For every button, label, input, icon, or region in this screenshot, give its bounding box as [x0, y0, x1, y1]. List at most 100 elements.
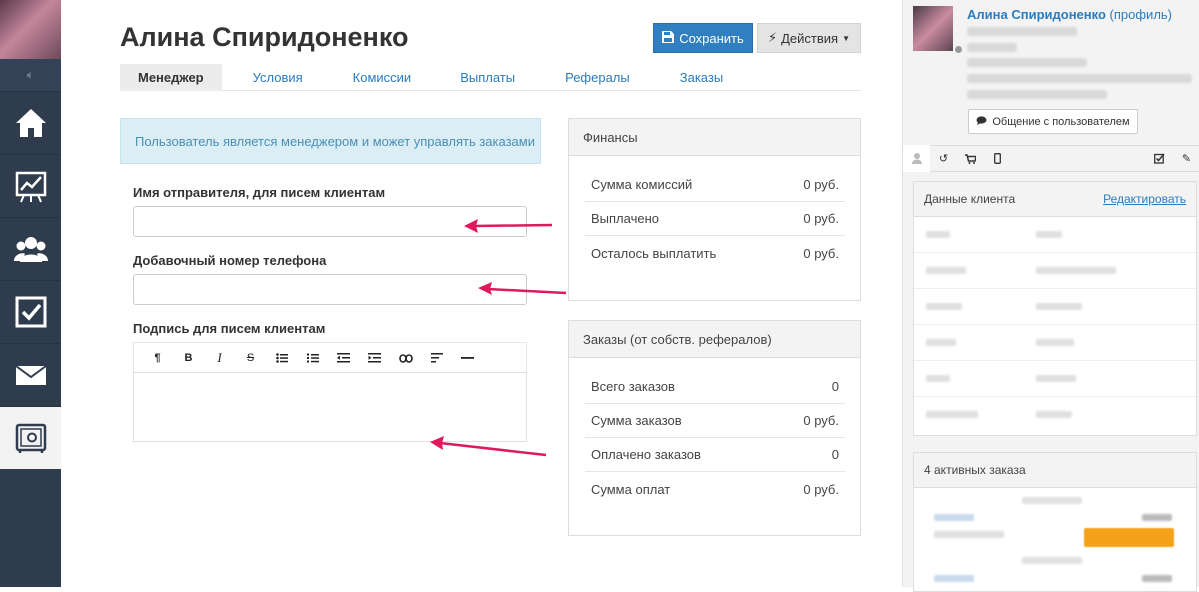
volume-icon[interactable]: 🔈︎	[0, 59, 61, 91]
bullet-list-icon[interactable]	[266, 346, 297, 370]
indent-icon[interactable]	[359, 346, 390, 370]
client-data-title: Данные клиента	[924, 192, 1016, 206]
cart-icon[interactable]	[957, 145, 984, 172]
tab-conditions[interactable]: Условия	[253, 64, 303, 91]
nav-users[interactable]	[0, 217, 61, 280]
client-name-link[interactable]: Алина Спиридоненко	[967, 7, 1106, 22]
checkbox-icon	[15, 296, 46, 328]
annotation-arrow-icon	[478, 282, 567, 295]
link-icon[interactable]	[390, 346, 421, 370]
chart-board-icon	[15, 171, 46, 203]
row-label: Сумма заказов	[591, 413, 682, 428]
paragraph-icon[interactable]: ¶	[142, 346, 173, 370]
client-field-row	[914, 397, 1196, 433]
row-label: Осталось выплатить	[591, 245, 717, 261]
user-icon[interactable]	[903, 145, 930, 172]
history-icon[interactable]: ↺	[930, 145, 957, 172]
left-nav: 🔈︎	[0, 0, 61, 587]
chat-button-label: Общение с пользователем	[992, 115, 1130, 128]
annotation-arrow-icon	[464, 219, 553, 233]
client-field-row	[914, 325, 1196, 361]
active-orders-title: 4 активных заказа	[914, 453, 1196, 488]
row-value: 0 руб.	[803, 211, 839, 226]
sidebar-tab-bar: ↺ ✎	[903, 145, 1199, 172]
signature-editor[interactable]	[133, 372, 527, 442]
tab-referrals[interactable]: Рефералы	[565, 64, 630, 91]
nav-safe[interactable]	[0, 406, 61, 469]
finance-panel: Финансы Сумма комиссий 0 руб. Выплачено …	[568, 118, 861, 301]
order-link[interactable]	[934, 575, 974, 582]
client-avatar	[913, 6, 953, 51]
redacted-info	[1142, 514, 1172, 521]
mail-icon	[14, 365, 47, 385]
align-left-icon[interactable]	[421, 346, 452, 370]
order-link[interactable]	[934, 514, 974, 521]
tab-commissions[interactable]: Комиссии	[353, 64, 412, 91]
nav-home[interactable]	[0, 91, 61, 154]
row-label: Оплачено заказов	[591, 447, 701, 462]
orders-title: Заказы (от собств. рефералов)	[569, 321, 860, 358]
caret-down-icon: ▼	[842, 33, 851, 43]
horizontal-rule-icon[interactable]	[452, 346, 483, 370]
client-field-row	[914, 289, 1196, 325]
tab-orders[interactable]: Заказы	[680, 64, 723, 91]
row-value: 0	[831, 379, 839, 394]
ext-phone-input[interactable]	[133, 274, 527, 305]
row-label: Сумма комиссий	[591, 177, 693, 192]
row-value: 0 руб.	[803, 481, 839, 497]
row-value: 0	[831, 447, 839, 462]
row-value: 0 руб.	[803, 177, 839, 192]
tab-bar: Менеджер Условия Комиссии Выплаты Рефера…	[120, 64, 861, 91]
chat-with-user-button[interactable]: Общение с пользователем	[968, 109, 1138, 134]
home-icon	[15, 109, 46, 137]
profile-link[interactable]: (профиль)	[1110, 7, 1172, 22]
row-value: 0 руб.	[803, 245, 839, 261]
redacted-info	[1022, 557, 1082, 564]
chat-icon	[976, 115, 987, 128]
redacted-info	[967, 90, 1107, 99]
redacted-info	[1022, 497, 1082, 504]
client-name: Алина Спиридоненко (профиль)	[967, 7, 1172, 22]
save-label: Сохранить	[679, 30, 744, 46]
orders-panel: Заказы (от собств. рефералов) Всего зака…	[568, 320, 861, 536]
nav-tasks[interactable]	[0, 280, 61, 343]
client-field-row	[914, 217, 1196, 253]
finance-title: Финансы	[569, 119, 860, 156]
client-data-panel: Данные клиента Редактировать	[913, 181, 1197, 436]
signature-label: Подпись для писем клиентам	[133, 321, 326, 336]
actions-dropdown[interactable]: ⚡︎ Действия ▼	[757, 23, 861, 53]
redacted-info	[1142, 575, 1172, 582]
orders-row: Оплачено заказов 0	[585, 438, 845, 472]
finance-row: Выплачено 0 руб.	[585, 202, 845, 236]
users-icon	[13, 237, 48, 262]
redacted-info	[967, 74, 1192, 83]
italic-icon[interactable]: I	[204, 346, 235, 370]
row-label: Выплачено	[591, 211, 659, 226]
bold-icon[interactable]: B	[173, 346, 204, 370]
safe-icon	[15, 423, 46, 453]
redacted-info	[967, 43, 1017, 52]
strikethrough-icon[interactable]: S	[235, 346, 266, 370]
nav-mail[interactable]	[0, 343, 61, 406]
row-label: Всего заказов	[591, 379, 675, 394]
outdent-icon[interactable]	[328, 346, 359, 370]
tab-manager[interactable]: Менеджер	[120, 64, 222, 91]
edit-client-link[interactable]: Редактировать	[1103, 192, 1186, 206]
tab-payouts[interactable]: Выплаты	[460, 64, 515, 91]
right-sidebar: Алина Спиридоненко (профиль) Общение с п…	[902, 0, 1199, 592]
orders-row: Сумма оплат 0 руб.	[585, 472, 845, 506]
floppy-icon	[662, 30, 675, 46]
active-orders-panel: 4 активных заказа	[913, 452, 1197, 592]
editor-toolbar: ¶ B I S	[133, 342, 527, 373]
nav-stats[interactable]	[0, 154, 61, 217]
row-value: 0 руб.	[803, 413, 839, 428]
mobile-icon[interactable]	[984, 145, 1011, 172]
client-field-row	[914, 361, 1196, 397]
order-status-badge	[1084, 528, 1174, 547]
numbered-list-icon[interactable]	[297, 346, 328, 370]
checklist-icon[interactable]	[1146, 145, 1173, 172]
redacted-info	[967, 58, 1087, 67]
save-button[interactable]: Сохранить	[653, 23, 753, 53]
user-avatar[interactable]	[0, 0, 61, 59]
pencil-icon[interactable]: ✎	[1173, 145, 1199, 172]
